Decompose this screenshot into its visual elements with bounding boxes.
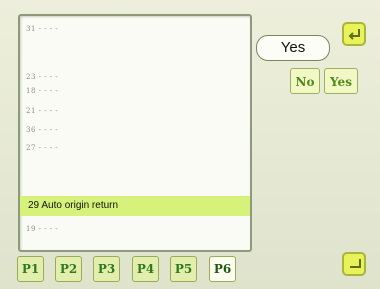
list-item[interactable]: 31 - - - - [26,22,58,36]
list-item[interactable]: 27 - - - - [26,141,58,155]
current-value-display: Yes [256,35,330,61]
tab-p5[interactable]: P5 [170,256,197,282]
tab-p4[interactable]: P4 [132,256,159,282]
list-item[interactable]: 36 - - - - [26,123,58,137]
tab-p1[interactable]: P1 [17,256,44,282]
list-item-selected[interactable]: 29 Auto origin return [20,196,250,216]
return-arrow-icon [348,29,360,40]
list-item[interactable]: 23 - - - - [26,70,58,84]
parameter-list[interactable]: 31 - - - - 23 - - - - 18 - - - - 21 - - … [18,14,252,252]
return-button[interactable] [342,22,366,46]
tab-p2[interactable]: P2 [55,256,82,282]
enter-icon [350,259,361,268]
tab-p3[interactable]: P3 [93,256,120,282]
tab-p6[interactable]: P6 [209,256,236,282]
no-button[interactable]: No [290,68,320,94]
panel-screen: 31 - - - - 23 - - - - 18 - - - - 21 - - … [0,0,380,289]
list-item[interactable]: 21 - - - - [26,104,58,118]
yes-button[interactable]: Yes [324,68,358,94]
list-item[interactable]: 19 - - - - [26,222,58,236]
list-item[interactable]: 18 - - - - [26,84,58,98]
enter-button[interactable] [342,252,366,276]
